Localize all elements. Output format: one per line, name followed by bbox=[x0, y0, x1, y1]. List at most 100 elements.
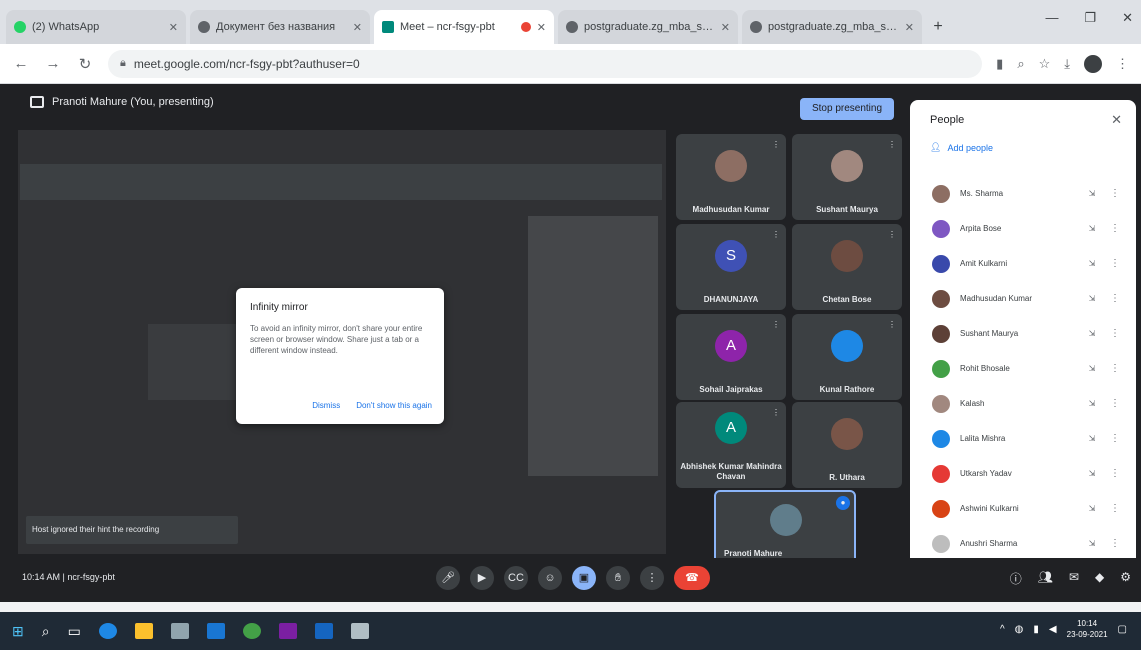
bookmark-star-icon[interactable]: ☆ bbox=[1039, 56, 1051, 72]
more-options-icon[interactable]: ⋮ bbox=[1110, 293, 1120, 304]
chat-icon[interactable]: ✉ bbox=[1069, 570, 1079, 587]
pin-icon[interactable]: ⇲ bbox=[1084, 329, 1100, 338]
download-icon[interactable]: ⤓ bbox=[1064, 56, 1070, 72]
more-options-icon[interactable]: ⋮ bbox=[1110, 433, 1120, 444]
dont-show-again-button[interactable]: Don't show this again bbox=[356, 401, 432, 410]
windows-start-icon[interactable]: ⊞ bbox=[12, 623, 24, 640]
dismiss-button[interactable]: Dismiss bbox=[312, 401, 340, 410]
battery-icon[interactable]: ▮ bbox=[1033, 624, 1039, 635]
list-item[interactable]: Madhusudan Kumar ⇲ ⋮ bbox=[910, 281, 1136, 316]
pin-icon[interactable]: ⇲ bbox=[1084, 364, 1100, 373]
camera-in-use-icon[interactable]: ▮ bbox=[996, 56, 1003, 72]
onenote-icon[interactable] bbox=[278, 623, 297, 639]
participant-tile[interactable]: ⋮ Chetan Bose bbox=[792, 224, 902, 310]
more-options-icon[interactable]: ⋮ bbox=[888, 320, 896, 329]
pin-icon[interactable]: ⇲ bbox=[1084, 399, 1100, 408]
pin-icon[interactable]: ⇲ bbox=[1084, 539, 1100, 548]
notifications-icon[interactable]: ▢ bbox=[1118, 624, 1127, 635]
more-options-icon[interactable]: ⋮ bbox=[640, 566, 664, 590]
list-item[interactable]: Kalash ⇲ ⋮ bbox=[910, 386, 1136, 421]
participant-tile[interactable]: ⋮ Sushant Maurya bbox=[792, 134, 902, 220]
participant-tile[interactable]: A ⋮ Sohail Jaiprakas bbox=[676, 314, 786, 400]
more-options-icon[interactable]: ⋮ bbox=[888, 140, 896, 149]
more-options-icon[interactable]: ⋮ bbox=[1110, 188, 1120, 199]
more-options-icon[interactable]: ⋮ bbox=[772, 230, 780, 239]
participant-tile[interactable]: R. Uthara bbox=[792, 402, 902, 488]
tab-close-icon[interactable]: ✕ bbox=[721, 21, 730, 34]
pin-icon[interactable]: ⇲ bbox=[1084, 469, 1100, 478]
more-options-icon[interactable]: ⋮ bbox=[772, 140, 780, 149]
more-options-icon[interactable]: ⋮ bbox=[1110, 538, 1120, 549]
more-options-icon[interactable]: ⋮ bbox=[1110, 328, 1120, 339]
info-icon[interactable]: ⓘ bbox=[1010, 570, 1022, 587]
chrome-icon[interactable] bbox=[242, 623, 261, 639]
participant-tile[interactable]: A ⋮ Abhishek Kumar Mahindra Chavan bbox=[676, 402, 786, 488]
file-explorer-icon[interactable] bbox=[134, 623, 153, 639]
minimize-icon[interactable]: — bbox=[1045, 10, 1058, 26]
close-icon[interactable]: ✕ bbox=[1111, 112, 1122, 128]
forward-arrow-icon[interactable]: → bbox=[44, 55, 62, 72]
captions-icon[interactable]: CC bbox=[504, 566, 528, 590]
task-view-icon[interactable]: ▭ bbox=[68, 623, 81, 640]
word-icon[interactable] bbox=[314, 623, 333, 639]
host-controls-icon[interactable]: ⚙ bbox=[1120, 570, 1131, 587]
more-options-icon[interactable]: ⋮ bbox=[1110, 398, 1120, 409]
zoom-icon[interactable]: ⌕ bbox=[1017, 56, 1024, 72]
tab-whatsapp[interactable]: (2) WhatsApp ✕ bbox=[6, 10, 186, 44]
list-item[interactable]: Utkarsh Yadav ⇲ ⋮ bbox=[910, 456, 1136, 491]
mail-icon[interactable] bbox=[206, 623, 225, 639]
activities-icon[interactable]: ◆ bbox=[1095, 570, 1104, 587]
stop-presenting-button[interactable]: Stop presenting bbox=[800, 98, 894, 120]
end-call-button[interactable]: ☎ bbox=[674, 566, 710, 590]
more-options-icon[interactable]: ⋮ bbox=[888, 230, 896, 239]
volume-icon[interactable]: ◀ bbox=[1049, 624, 1057, 635]
reload-icon[interactable]: ↻ bbox=[76, 55, 94, 73]
tab-close-icon[interactable]: ✕ bbox=[537, 21, 546, 34]
taskbar-clock[interactable]: 10:14 23-09-2021 bbox=[1067, 618, 1108, 640]
tab-close-icon[interactable]: ✕ bbox=[169, 21, 178, 34]
mic-icon[interactable]: 🎤︎ bbox=[436, 566, 460, 590]
lock-icon[interactable]: 🔒︎ bbox=[120, 57, 126, 70]
search-icon[interactable]: ⌕ bbox=[42, 623, 50, 640]
pin-icon[interactable]: ⇲ bbox=[1084, 224, 1100, 233]
list-item[interactable]: Sushant Maurya ⇲ ⋮ bbox=[910, 316, 1136, 351]
more-options-icon[interactable]: ⋮ bbox=[772, 408, 780, 417]
pin-icon[interactable]: ⇲ bbox=[1084, 434, 1100, 443]
list-item[interactable]: Anushri Sharma ⇲ ⋮ bbox=[910, 526, 1136, 561]
url-field[interactable]: 🔒︎ meet.google.com/ncr-fsgy-pbt?authuser… bbox=[108, 49, 983, 78]
people-icon[interactable]: 👥︎ bbox=[1038, 570, 1053, 587]
list-item[interactable]: Lalita Mishra ⇲ ⋮ bbox=[910, 421, 1136, 456]
restore-icon[interactable]: ❐ bbox=[1084, 10, 1096, 26]
tab-document[interactable]: Документ без названия ✕ bbox=[190, 10, 370, 44]
list-item[interactable]: Amit Kulkarni ⇲ ⋮ bbox=[910, 246, 1136, 281]
network-icon[interactable]: ◍ bbox=[1015, 624, 1024, 635]
more-options-icon[interactable]: ⋮ bbox=[1110, 223, 1120, 234]
tab-postgraduate-1[interactable]: postgraduate.zg_mba_se... ✕ bbox=[558, 10, 738, 44]
participant-tile[interactable]: S ⋮ DHANUNJAYA bbox=[676, 224, 786, 310]
tab-close-icon[interactable]: ✕ bbox=[353, 21, 362, 34]
pin-icon[interactable]: ⇲ bbox=[1084, 504, 1100, 513]
emoji-icon[interactable]: ☺ bbox=[538, 566, 562, 590]
list-item[interactable]: Ms. Sharma ⇲ ⋮ bbox=[910, 176, 1136, 211]
list-item[interactable]: Ashwini Kulkarni ⇲ ⋮ bbox=[910, 491, 1136, 526]
pen-app-icon[interactable] bbox=[350, 623, 369, 639]
more-options-icon[interactable]: ⋮ bbox=[1110, 363, 1120, 374]
more-options-icon[interactable]: ⋮ bbox=[1110, 258, 1120, 269]
self-view-tile[interactable]: ● Pranoti Mahure bbox=[714, 490, 856, 566]
tab-close-icon[interactable]: ✕ bbox=[905, 21, 914, 34]
camera-icon[interactable]: ▶ bbox=[470, 566, 494, 590]
profile-avatar[interactable] bbox=[1084, 54, 1102, 73]
tab-postgraduate-2[interactable]: postgraduate.zg_mba_se... ✕ bbox=[742, 10, 922, 44]
list-item[interactable]: Rohit Bhosale ⇲ ⋮ bbox=[910, 351, 1136, 386]
add-people-button[interactable]: 👤︎ Add people bbox=[930, 142, 993, 153]
back-arrow-icon[interactable]: ← bbox=[12, 55, 30, 72]
present-now-icon[interactable]: ▣ bbox=[572, 566, 596, 590]
new-tab-button[interactable]: + bbox=[926, 15, 950, 39]
participant-tile[interactable]: ⋮ Madhusudan Kumar bbox=[676, 134, 786, 220]
raise-hand-icon[interactable]: ✋︎ bbox=[606, 566, 630, 590]
tray-chevron-icon[interactable]: ^ bbox=[1000, 624, 1005, 635]
list-item[interactable]: Arpita Bose ⇲ ⋮ bbox=[910, 211, 1136, 246]
edge-browser-icon[interactable] bbox=[98, 623, 117, 639]
store-icon[interactable] bbox=[170, 623, 189, 639]
close-window-icon[interactable]: ✕ bbox=[1122, 10, 1133, 26]
